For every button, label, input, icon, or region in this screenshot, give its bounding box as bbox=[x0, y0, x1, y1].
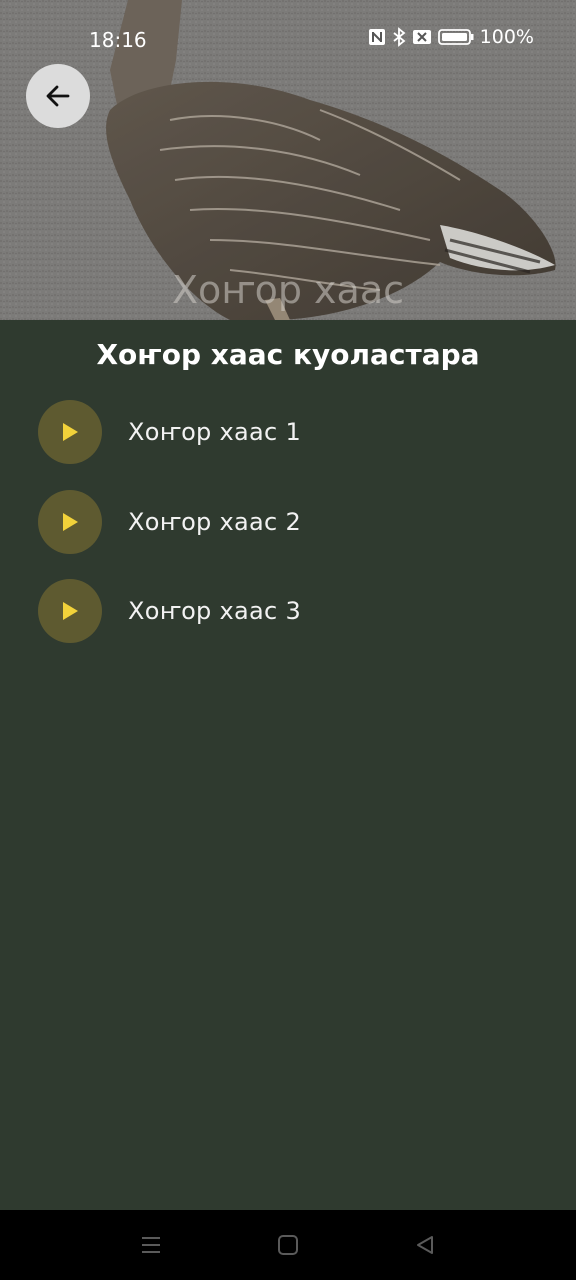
track-label: Хоҥор хаас 2 bbox=[128, 507, 302, 536]
bluetooth-icon bbox=[392, 27, 406, 47]
nfc-icon bbox=[368, 28, 386, 46]
back-triangle-icon[interactable] bbox=[410, 1230, 440, 1260]
section-title: Хоҥор хаас куоластара bbox=[96, 338, 480, 371]
track-list: Хоҥор хаас 1 Хоҥор хаас 2 Хоҥор хаас 3 bbox=[0, 400, 576, 669]
battery-icon bbox=[437, 28, 474, 46]
list-item[interactable]: Хоҥор хаас 1 bbox=[0, 400, 576, 464]
play-icon bbox=[63, 423, 78, 441]
back-button[interactable] bbox=[26, 64, 90, 128]
status-time: 18:16 bbox=[89, 28, 147, 52]
menu-icon[interactable] bbox=[136, 1230, 166, 1260]
track-label: Хоҥор хаас 3 bbox=[128, 597, 302, 625]
list-item[interactable]: Хоҥор хаас 3 bbox=[0, 579, 576, 643]
nav-bar bbox=[0, 1210, 576, 1280]
battery-percent: 100% bbox=[479, 26, 534, 48]
arrow-left-icon bbox=[46, 85, 70, 107]
play-icon bbox=[63, 512, 78, 531]
play-button[interactable] bbox=[38, 489, 102, 554]
play-icon bbox=[63, 602, 78, 620]
home-icon[interactable] bbox=[273, 1230, 303, 1260]
list-item[interactable]: Хоҥор хаас 2 bbox=[0, 489, 576, 554]
screen: Хоҥор хаас 18:16 100% Хоҥор хаас куоласт… bbox=[0, 0, 576, 1280]
play-button[interactable] bbox=[38, 579, 102, 643]
sim-off-icon bbox=[412, 29, 432, 45]
status-icons: 100% bbox=[368, 26, 534, 48]
hero-title: Хоҥор хаас bbox=[171, 268, 404, 312]
track-label: Хоҥор хаас 1 bbox=[128, 418, 302, 446]
status-bar: 18:16 100% bbox=[0, 0, 576, 78]
play-button[interactable] bbox=[38, 400, 102, 464]
